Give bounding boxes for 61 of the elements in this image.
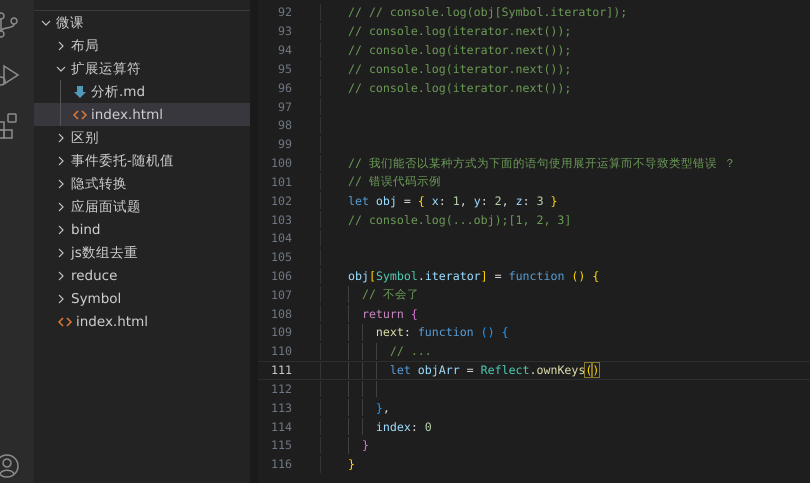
- line-number: 100: [270, 156, 292, 170]
- code-brackets-icon: [73, 108, 87, 122]
- code-brackets-icon: [58, 314, 72, 328]
- tree-item[interactable]: index.html: [34, 310, 250, 333]
- tree-item[interactable]: js数组去重: [34, 241, 250, 264]
- code-line: // 不会了: [360, 287, 419, 302]
- tree-item[interactable]: 隐式转换: [34, 172, 250, 195]
- tree-item[interactable]: index.html: [34, 103, 250, 126]
- code-line: let objArr = Reflect.ownKeys(): [388, 363, 600, 378]
- line-number: 111: [270, 363, 292, 378]
- code-line: // ...: [388, 344, 432, 358]
- line-number: 93: [277, 24, 292, 38]
- line-number: 112: [270, 382, 292, 396]
- line-number: 101: [270, 174, 292, 189]
- code-line: }: [360, 438, 369, 452]
- code-line: // 我们能否以某种方式为下面的语句使用展开运算而不导致类型错误 ？: [348, 156, 736, 171]
- line-number: 99: [277, 137, 292, 152]
- tree-item[interactable]: 分析.md: [34, 80, 250, 103]
- line-number: 98: [277, 118, 292, 132]
- code-line: // console.log(iterator.next());: [348, 24, 572, 38]
- tree-item[interactable]: Symbol: [34, 287, 250, 310]
- tree-item[interactable]: 布局: [34, 34, 250, 57]
- tree-item[interactable]: reduce: [34, 264, 250, 287]
- line-number: 96: [277, 80, 292, 95]
- line-number: 108: [270, 306, 292, 321]
- code-line: // // console.log(obj[Symbol.iterator]);: [348, 5, 628, 20]
- code-line: return {: [360, 306, 418, 321]
- code-line: }: [348, 457, 355, 472]
- code-line: // console.log(iterator.next());: [348, 80, 572, 95]
- line-number: 110: [270, 344, 292, 358]
- code-line: // console.log(...obj);[1, 2, 3]: [348, 212, 572, 227]
- line-number: 109: [270, 325, 292, 340]
- line-number: 116: [270, 457, 292, 472]
- line-number: 105: [270, 250, 292, 264]
- line-number: 102: [270, 194, 292, 208]
- tree-item[interactable]: 微课: [34, 11, 250, 34]
- line-number: 107: [270, 288, 292, 302]
- line-number: 103: [270, 212, 292, 227]
- line-number: 94: [277, 43, 292, 58]
- tree-item[interactable]: 事件委托-随机值: [34, 149, 250, 172]
- line-number: 106: [270, 269, 292, 283]
- line-number: 113: [270, 400, 292, 415]
- line-number: 104: [270, 231, 292, 246]
- line-number: 114: [270, 420, 292, 434]
- tree-item[interactable]: 区别: [34, 126, 250, 149]
- code-line: },: [374, 400, 390, 415]
- code-line: index: 0: [374, 420, 432, 434]
- code-line: // 错误代码示例: [348, 174, 441, 190]
- line-number: 97: [277, 100, 292, 114]
- line-number: 92: [277, 5, 292, 20]
- tree-item[interactable]: 应届面试题: [34, 195, 250, 218]
- line-number: 115: [270, 438, 292, 452]
- code-line: next: function () {: [374, 325, 509, 340]
- code-line: obj[Symbol.iterator] = function () {: [348, 269, 600, 283]
- down-arrow-icon: [73, 84, 87, 98]
- tree-item[interactable]: bind: [34, 218, 250, 241]
- code-line: // console.log(iterator.next());: [348, 43, 572, 58]
- line-number: 95: [277, 62, 292, 76]
- code-line: // console.log(iterator.next());: [348, 62, 572, 76]
- tree-item[interactable]: 扩展运算符: [34, 57, 250, 80]
- code-line: let obj = { x: 1, y: 2, z: 3 }: [348, 194, 558, 208]
